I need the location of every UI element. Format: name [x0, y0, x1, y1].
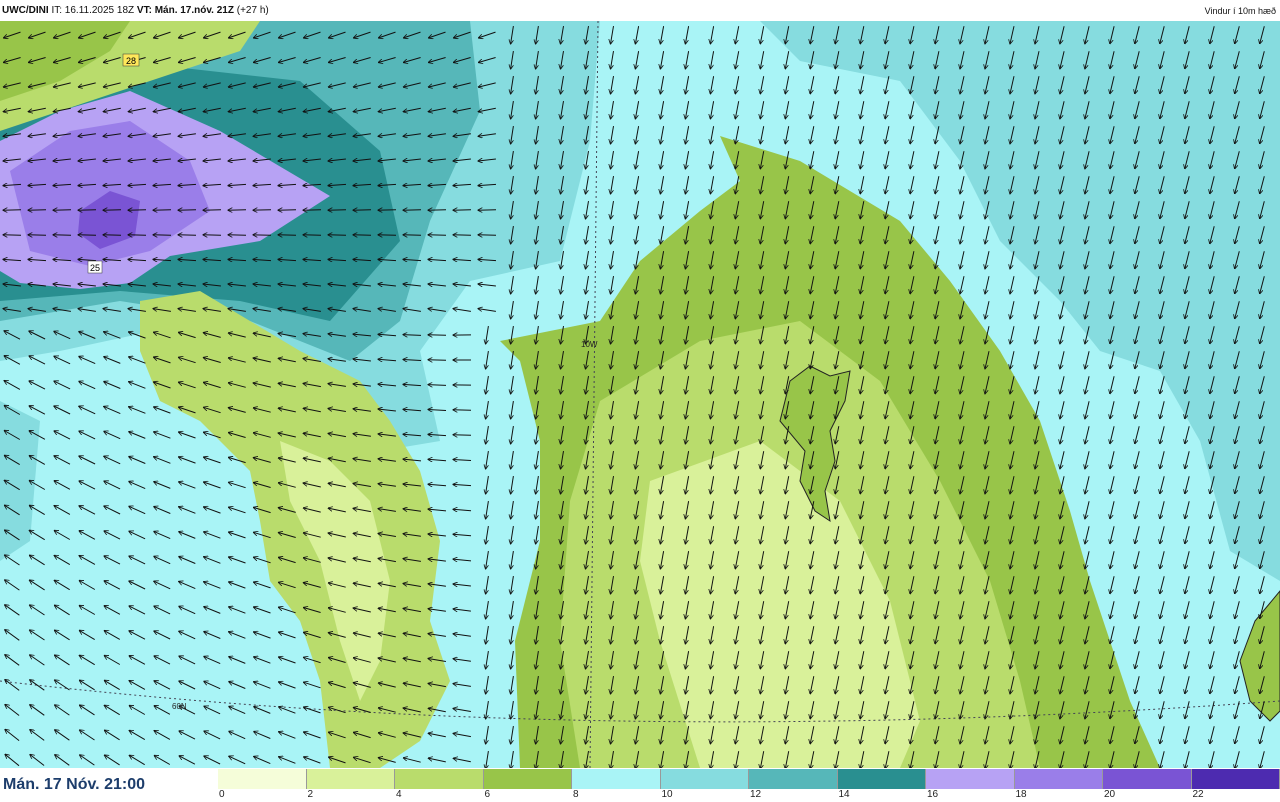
init-time: 16.11.2025 18Z	[64, 5, 135, 16]
legend-swatch	[572, 769, 661, 789]
date-label: Mán. 17 Nóv. 21:00	[3, 776, 145, 793]
lon-label: 10W	[581, 340, 598, 349]
marker-28-label: 28	[126, 56, 136, 66]
legend-tick-label: 2	[307, 789, 314, 800]
legend-swatch	[749, 769, 838, 789]
footer-bar: Mán. 17 Nóv. 21:00 0 2 4 6 8 10 12 14 16 18 20 22	[0, 768, 1280, 802]
color-legend	[218, 769, 1280, 789]
wind-map[interactable]: 28 25 10W 60N	[0, 21, 1280, 768]
legend-tick-label: 22	[1192, 789, 1204, 800]
field-name: Vindur í 10m hæð	[1204, 6, 1276, 16]
wind-arrow	[453, 435, 472, 436]
legend-tick-label: 18	[1015, 789, 1027, 800]
legend-tick-label: 14	[838, 789, 850, 800]
legend-swatch	[1191, 769, 1280, 789]
product-name: UWC/DINI	[2, 5, 49, 16]
wind-arrow	[428, 360, 447, 361]
valid-time: Mán. 17.nóv. 21Z	[154, 5, 234, 16]
legend-tick-label: 8	[573, 789, 579, 800]
legend-tick-label: 16	[927, 789, 939, 800]
marker-25: 25	[87, 260, 103, 274]
legend-tick-label: 4	[396, 789, 402, 800]
marker-28: 28	[122, 53, 140, 67]
legend-swatch	[483, 769, 572, 789]
run-info: UWC/DINI IT: 16.11.2025 18Z VT: Mán. 17.…	[2, 5, 269, 16]
lead-time: (+27 h)	[236, 5, 269, 16]
legend-tick-label: 10	[661, 789, 673, 800]
legend-swatch	[306, 769, 395, 789]
valid-label: VT:	[136, 5, 152, 16]
legend-swatch	[1103, 769, 1192, 789]
legend-tick-label: 6	[484, 789, 491, 800]
lat-label: 60N	[172, 702, 187, 711]
legend-swatch	[660, 769, 749, 789]
legend-tick-label: 20	[1104, 789, 1116, 800]
wind-map-canvas: 28 25 10W 60N	[0, 21, 1280, 768]
header-bar: UWC/DINI IT: 16.11.2025 18Z VT: Mán. 17.…	[0, 0, 1280, 21]
legend-swatch	[1014, 769, 1103, 789]
marker-25-label: 25	[90, 263, 100, 273]
legend-swatch	[395, 769, 484, 789]
init-label: IT:	[51, 5, 63, 16]
legend-ticks: 0 2 4 6 8 10 12 14 16 18 20 22	[218, 789, 1280, 801]
legend-swatch	[837, 769, 926, 789]
legend-tick-label: 0	[219, 789, 225, 800]
legend-swatch	[218, 769, 307, 789]
legend-swatch	[926, 769, 1015, 789]
legend-tick-label: 12	[750, 789, 762, 800]
